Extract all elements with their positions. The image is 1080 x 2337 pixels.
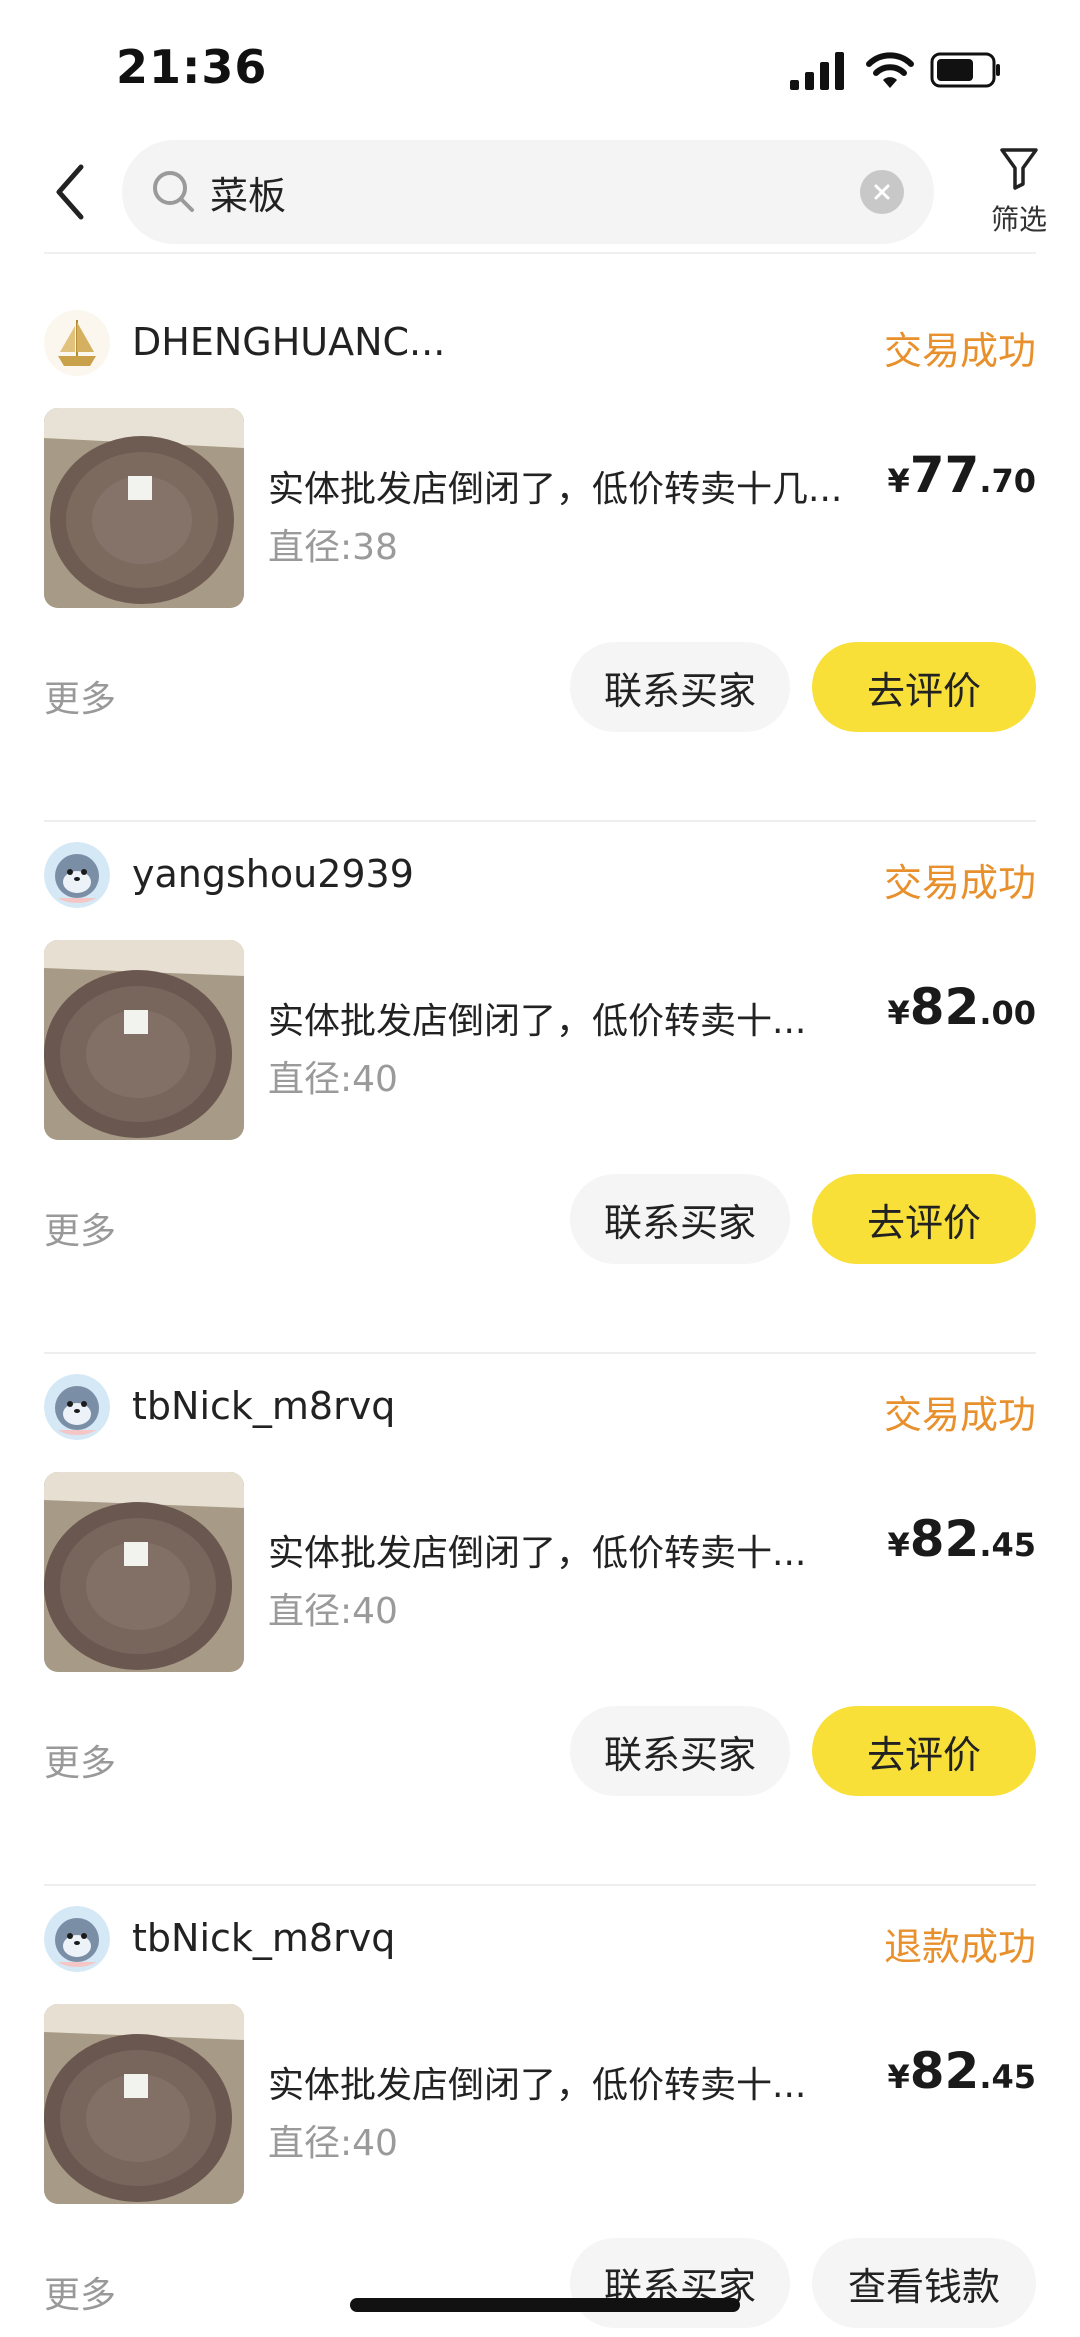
cutting-board-photo-icon <box>44 408 244 608</box>
product-image[interactable] <box>44 1472 244 1672</box>
search-box[interactable] <box>122 140 934 244</box>
product-title[interactable]: 实体批发店倒闭了，低价转卖十... <box>268 1524 868 1576</box>
cutting-board-photo-icon <box>44 2004 244 2204</box>
back-arrow-icon <box>56 164 84 220</box>
price-integer: 82 <box>909 2042 980 2100</box>
clear-icon <box>874 184 890 200</box>
product-spec: 直径:38 <box>268 527 398 568</box>
order-header: tbNick_m8rvq 退款成功 <box>44 1898 1036 1978</box>
view-refund-button[interactable]: 查看钱款 <box>812 2238 1036 2328</box>
contact-buyer-button[interactable]: 联系买家 <box>570 642 790 732</box>
product-title[interactable]: 实体批发店倒闭了，低价转卖十... <box>268 992 868 1044</box>
review-button[interactable]: 去评价 <box>812 1174 1036 1264</box>
order-status: 交易成功 <box>883 861 1036 905</box>
price-currency: ¥ <box>887 994 910 1032</box>
buyer-name[interactable]: tbNick_m8rvq <box>132 1384 395 1428</box>
avatar[interactable] <box>44 1374 110 1440</box>
order-card: yangshou2939 交易成功 实体批发店倒闭了，低价转卖十... 直径:4… <box>0 834 1080 1364</box>
order-divider <box>44 820 1036 822</box>
wifi-icon <box>866 52 914 88</box>
avatar[interactable] <box>44 842 110 908</box>
signal-icon <box>790 52 844 90</box>
more-link[interactable]: 更多 <box>44 1734 116 1786</box>
order-divider <box>44 1352 1036 1354</box>
price: ¥82.45 <box>887 1510 1036 1568</box>
order-status: 交易成功 <box>883 1393 1036 1437</box>
search-icon <box>153 171 194 212</box>
price-integer: 77 <box>909 446 980 504</box>
order-divider <box>44 1884 1036 1886</box>
product-title[interactable]: 实体批发店倒闭了，低价转卖十几... <box>268 460 868 512</box>
buyer-name[interactable]: yangshou2939 <box>132 852 414 896</box>
price: ¥82.45 <box>887 2042 1036 2100</box>
order-card: tbNick_m8rvq 交易成功 实体批发店倒闭了，低价转卖十... 直径:4… <box>0 1366 1080 1896</box>
product-spec: 直径:40 <box>268 1591 398 1632</box>
back-button[interactable] <box>44 160 94 224</box>
search-header: 筛选 <box>0 130 1080 254</box>
cutting-board-photo-icon <box>44 1472 244 1672</box>
more-link[interactable]: 更多 <box>44 670 116 722</box>
seal-mascot-icon <box>44 842 110 908</box>
product-spec: 直径:40 <box>268 2123 398 2164</box>
filter-funnel-icon <box>1000 148 1038 190</box>
order-header: yangshou2939 交易成功 <box>44 834 1036 914</box>
seal-mascot-icon <box>44 1374 110 1440</box>
header-divider <box>44 252 1036 254</box>
price: ¥77.70 <box>887 446 1036 504</box>
contact-buyer-button[interactable]: 联系买家 <box>570 1706 790 1796</box>
order-status: 退款成功 <box>883 1925 1036 1969</box>
price-currency: ¥ <box>887 2058 910 2096</box>
price-integer: 82 <box>909 1510 980 1568</box>
contact-buyer-button[interactable]: 联系买家 <box>570 2238 790 2328</box>
price: ¥82.00 <box>887 978 1036 1036</box>
order-card: DHENGHUANC... 交易成功 实体批发店倒闭了，低价转卖十几... 直径… <box>0 302 1080 832</box>
review-button[interactable]: 去评价 <box>812 1706 1036 1796</box>
order-header: tbNick_m8rvq 交易成功 <box>44 1366 1036 1446</box>
more-link[interactable]: 更多 <box>44 1202 116 1254</box>
price-decimal: .45 <box>979 1526 1036 1564</box>
avatar[interactable] <box>44 310 110 376</box>
price-currency: ¥ <box>887 1526 910 1564</box>
search-input[interactable] <box>210 162 810 222</box>
battery-icon <box>930 52 1000 88</box>
product-image[interactable] <box>44 2004 244 2204</box>
buyer-name[interactable]: tbNick_m8rvq <box>132 1916 395 1960</box>
contact-buyer-button[interactable]: 联系买家 <box>570 1174 790 1264</box>
avatar[interactable] <box>44 1906 110 1972</box>
price-decimal: .00 <box>979 994 1036 1032</box>
product-image[interactable] <box>44 940 244 1140</box>
filter-button[interactable]: 筛选 <box>966 146 1072 246</box>
filter-label: 筛选 <box>990 203 1047 236</box>
price-currency: ¥ <box>887 462 910 500</box>
product-spec: 直径:40 <box>268 1059 398 1100</box>
buyer-name[interactable]: DHENGHUANC... <box>132 320 445 364</box>
price-decimal: .45 <box>979 2058 1036 2096</box>
status-time: 21:36 <box>116 40 268 94</box>
product-title[interactable]: 实体批发店倒闭了，低价转卖十... <box>268 2056 868 2108</box>
cutting-board-photo-icon <box>44 940 244 1140</box>
more-link[interactable]: 更多 <box>44 2266 116 2318</box>
price-decimal: .70 <box>979 462 1036 500</box>
order-card: tbNick_m8rvq 退款成功 实体批发店倒闭了，低价转卖十... 直径:4… <box>0 1898 1080 2337</box>
status-bar: 21:36 <box>0 0 1080 130</box>
clear-button[interactable] <box>860 170 904 214</box>
order-status: 交易成功 <box>883 329 1036 373</box>
order-header: DHENGHUANC... 交易成功 <box>44 302 1036 382</box>
home-indicator[interactable] <box>350 2298 740 2312</box>
seal-mascot-icon <box>44 1906 110 1972</box>
product-image[interactable] <box>44 408 244 608</box>
ship-logo-icon <box>44 310 110 376</box>
review-button[interactable]: 去评价 <box>812 642 1036 732</box>
price-integer: 82 <box>909 978 980 1036</box>
